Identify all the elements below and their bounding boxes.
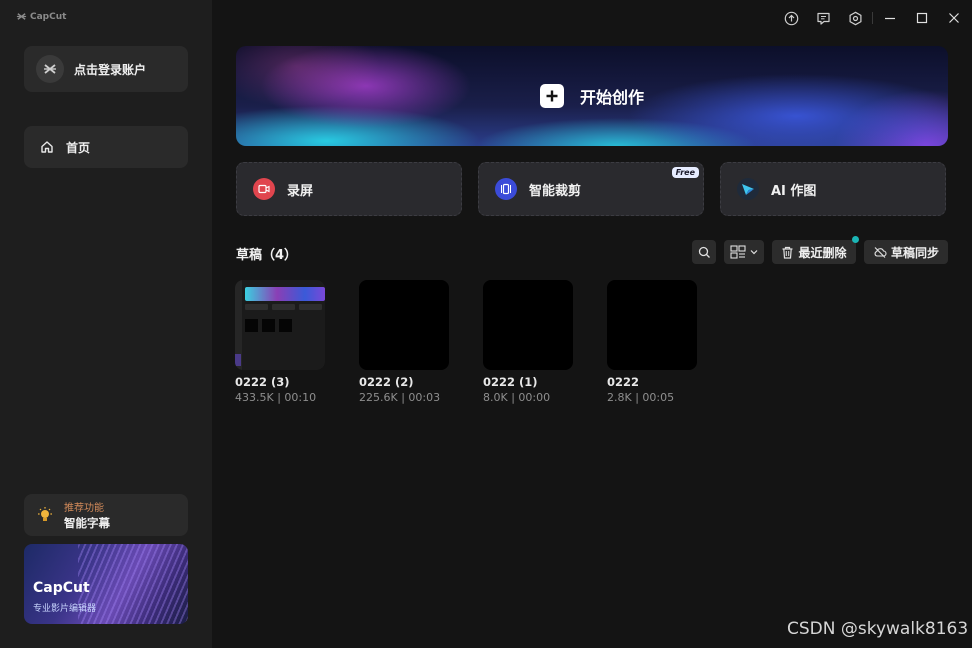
lightbulb-icon <box>38 507 52 521</box>
promo-tag: 推荐功能 <box>64 503 104 514</box>
promo-smart-subtitle[interactable]: 推荐功能 智能字幕 <box>24 494 188 536</box>
screen-record-button[interactable]: 录屏 <box>236 162 462 216</box>
capcut-avatar-icon <box>44 64 56 74</box>
draft-title: 0222 (1) <box>483 375 538 389</box>
record-icon <box>253 178 275 200</box>
ai-draw-label: AI 作图 <box>771 183 817 199</box>
chevron-down-icon <box>750 250 758 255</box>
draft-sync-label: 草稿同步 <box>890 245 939 260</box>
avatar <box>36 55 64 83</box>
login-label: 点击登录账户 <box>74 62 147 77</box>
app-brand: CapCut <box>16 11 66 22</box>
screen-record-label: 录屏 <box>287 183 314 199</box>
draft-meta: 2.8K | 00:05 <box>607 391 675 404</box>
draft-title: 0222 (3) <box>235 375 290 389</box>
cloud-sync-icon <box>874 247 887 258</box>
draft-card[interactable]: 0222 2.8K | 00:05 <box>607 280 699 404</box>
notification-dot <box>852 236 859 243</box>
draft-title: 0222 <box>607 375 640 389</box>
app-brand-text: CapCut <box>30 11 67 22</box>
draft-card[interactable]: 0222 (2) 225.6K | 00:03 <box>359 280 451 404</box>
draft-card[interactable]: 0222 (3) 433.5K | 00:10 <box>235 280 327 404</box>
recent-delete-label: 最近删除 <box>798 245 847 260</box>
grid-view-icon <box>730 245 746 259</box>
recent-delete-button[interactable]: 最近删除 <box>772 240 856 264</box>
titlebar-divider <box>872 12 873 24</box>
search-button[interactable] <box>692 240 716 264</box>
capcut-logo-icon <box>16 13 27 20</box>
sidebar-item-label: 首页 <box>66 140 91 155</box>
view-mode-dropdown[interactable] <box>724 240 764 264</box>
draft-meta: 8.0K | 00:00 <box>483 391 551 404</box>
draft-meta: 433.5K | 00:10 <box>235 391 317 404</box>
draft-thumbnail <box>359 280 449 370</box>
start-creating-button[interactable]: 开始创作 <box>236 46 948 146</box>
draft-title: 0222 (2) <box>359 375 414 389</box>
close-icon[interactable] <box>946 10 962 26</box>
draft-card[interactable]: 0222 (1) 8.0K | 00:00 <box>483 280 575 404</box>
free-badge: Free <box>671 167 699 178</box>
drafts-title: 草稿（4） <box>236 248 298 263</box>
watermark: CSDN @skywalk8163 <box>787 619 969 639</box>
banner-subtitle: 专业影片编辑器 <box>33 604 97 614</box>
upload-icon[interactable] <box>783 10 799 26</box>
sidebar: CapCut 点击登录账户 首页 推荐功能 智能字幕 CapCut 专业影片编辑… <box>0 0 212 648</box>
sidebar-item-home[interactable]: 首页 <box>24 126 188 168</box>
trash-icon <box>782 246 793 259</box>
mini-hero <box>245 287 325 301</box>
settings-icon[interactable] <box>847 10 863 26</box>
banner-title: CapCut <box>33 580 90 596</box>
promo-title: 智能字幕 <box>64 516 110 530</box>
ai-draw-button[interactable]: AI 作图 <box>720 162 946 216</box>
smart-crop-button[interactable]: 智能裁剪 Free <box>478 162 704 216</box>
smart-crop-icon <box>495 178 517 200</box>
draft-thumbnail <box>607 280 697 370</box>
minimize-icon[interactable] <box>882 10 898 26</box>
draft-sync-button[interactable]: 草稿同步 <box>864 240 948 264</box>
draft-meta: 225.6K | 00:03 <box>359 391 441 404</box>
feedback-icon[interactable] <box>815 10 831 26</box>
smart-crop-label: 智能裁剪 <box>529 183 582 199</box>
login-account-button[interactable]: 点击登录账户 <box>24 46 188 92</box>
maximize-icon[interactable] <box>914 10 930 26</box>
mini-app-preview <box>235 280 325 370</box>
ai-draw-icon <box>737 178 759 200</box>
capcut-pro-banner[interactable]: CapCut 专业影片编辑器 <box>24 544 188 624</box>
draft-thumbnail <box>483 280 573 370</box>
home-icon <box>41 141 53 153</box>
search-icon <box>698 246 710 258</box>
start-creating-label: 开始创作 <box>580 88 645 107</box>
plus-icon <box>540 84 564 108</box>
draft-thumbnail <box>235 280 325 370</box>
